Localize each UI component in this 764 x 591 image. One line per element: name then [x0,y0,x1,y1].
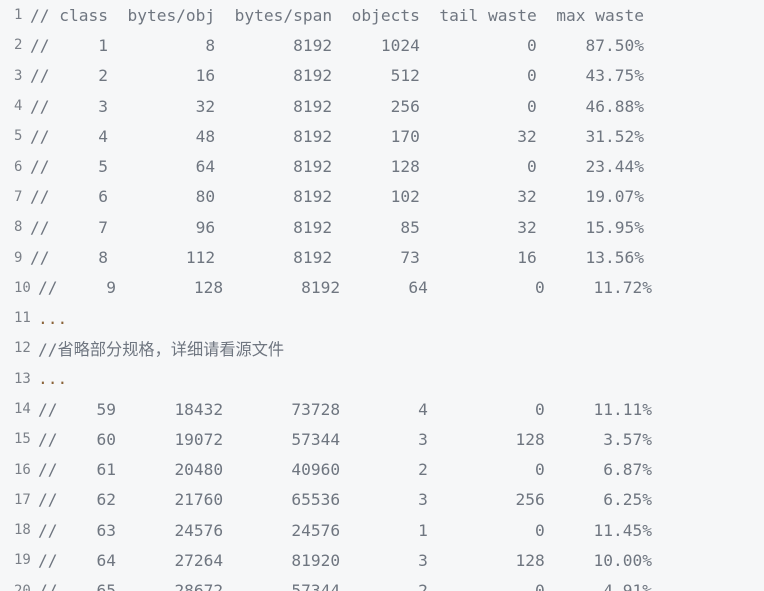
code-line: 2 // 1 8 8192 1024 0 87.50% [0,30,764,60]
line-content: // 1 8 8192 1024 0 87.50% [30,35,644,55]
line-content: // 61 20480 40960 2 0 6.87% [38,460,652,480]
code-line: 10 // 9 128 8192 64 0 11.72% [0,273,764,303]
line-content: //省略部分规格，详细请看源文件 [38,340,285,360]
line-number: 2 [14,37,23,54]
code-line: 15 // 60 19072 57344 3 128 3.57% [0,424,764,454]
code-line: 8 // 7 96 8192 85 32 15.95% [0,212,764,242]
line-number: 8 [14,219,23,236]
line-content: // 2 16 8192 512 0 43.75% [30,66,644,86]
code-line: 11 ... [0,303,764,333]
line-content: // 6 80 8192 102 32 19.07% [30,187,644,207]
line-content: // 7 96 8192 85 32 15.95% [30,217,644,237]
line-number: 10 [14,279,31,296]
line-number: 1 [14,7,23,24]
line-content: // 62 21760 65536 3 256 6.25% [38,490,652,510]
code-line: 20 // 65 28672 57344 2 0 4.91% [0,576,764,591]
code-line: 5 // 4 48 8192 170 32 31.52% [0,121,764,151]
code-line: 7 // 6 80 8192 102 32 19.07% [0,182,764,212]
line-number: 12 [14,340,31,357]
line-number: 5 [14,128,23,145]
code-block: 1 // class bytes/obj bytes/span objects … [0,0,764,591]
line-content: // 60 19072 57344 3 128 3.57% [38,429,652,449]
line-content: // 4 48 8192 170 32 31.52% [30,126,644,146]
line-content: // 65 28672 57344 2 0 4.91% [38,581,652,591]
code-line: 18 // 63 24576 24576 1 0 11.45% [0,515,764,545]
line-number: 17 [14,491,31,508]
line-content: // 5 64 8192 128 0 23.44% [30,157,644,177]
line-number: 3 [14,67,23,84]
line-number: 4 [14,98,23,115]
line-number: 6 [14,158,23,175]
code-lines: 1 // class bytes/obj bytes/span objects … [0,0,764,591]
code-line: 17 // 62 21760 65536 3 256 6.25% [0,485,764,515]
line-number: 18 [14,522,31,539]
line-content: // class bytes/obj bytes/span objects ta… [30,5,644,25]
line-content: // 9 128 8192 64 0 11.72% [38,278,652,298]
line-number: 19 [14,552,31,569]
line-content: // 59 18432 73728 4 0 11.11% [38,399,652,419]
code-line: 4 // 3 32 8192 256 0 46.88% [0,91,764,121]
line-number: 13 [14,370,31,387]
line-content: ... [38,308,68,328]
line-content: // 64 27264 81920 3 128 10.00% [38,550,652,570]
code-line: 12 //省略部分规格，详细请看源文件 [0,333,764,363]
code-line: 3 // 2 16 8192 512 0 43.75% [0,61,764,91]
code-line: 13 ... [0,364,764,394]
line-content: // 3 32 8192 256 0 46.88% [30,96,644,116]
code-line: 1 // class bytes/obj bytes/span objects … [0,0,764,30]
code-line: 19 // 64 27264 81920 3 128 10.00% [0,545,764,575]
line-number: 15 [14,431,31,448]
line-content: // 63 24576 24576 1 0 11.45% [38,520,652,540]
line-number: 9 [14,249,23,266]
line-number: 16 [14,461,31,478]
code-line: 16 // 61 20480 40960 2 0 6.87% [0,454,764,484]
code-line: 6 // 5 64 8192 128 0 23.44% [0,151,764,181]
line-number: 11 [14,310,31,327]
line-content: ... [38,369,68,389]
line-number: 7 [14,188,23,205]
line-number: 20 [14,582,31,591]
code-line: 9 // 8 112 8192 73 16 13.56% [0,242,764,272]
line-number: 14 [14,401,31,417]
code-line: 14 // 59 18432 73728 4 0 11.11% [0,394,764,424]
line-content: // 8 112 8192 73 16 13.56% [30,248,644,268]
